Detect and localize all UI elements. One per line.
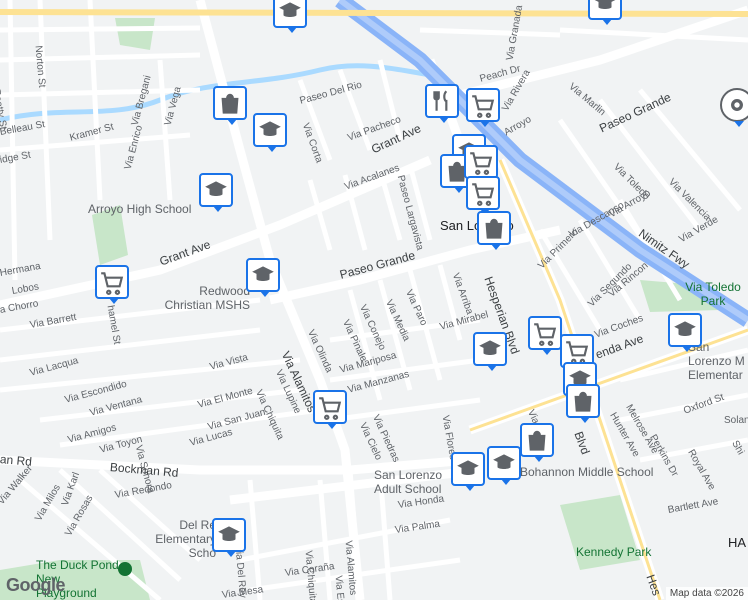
shopping-cart-icon: [470, 152, 493, 175]
school-marker[interactable]: [588, 0, 622, 25]
school-icon: [252, 266, 274, 281]
shopping-bag-icon: [528, 430, 546, 451]
school-icon: [674, 321, 696, 336]
redwood-christian-label: Redwood Christian MSHS: [164, 284, 250, 312]
school-marker[interactable]: [487, 446, 521, 485]
shopping-bag-icon: [221, 93, 239, 114]
school-marker[interactable]: [246, 258, 280, 297]
map-attribution: Map data ©2026: [665, 587, 748, 600]
map-view[interactable]: Norton St Beatty St Belleau St Kramer St…: [0, 0, 748, 600]
grocery-marker[interactable]: [528, 316, 562, 355]
school-marker[interactable]: [253, 113, 287, 152]
gear-icon: [731, 99, 743, 111]
shopping-cart-icon: [319, 397, 342, 420]
google-logo: Google: [6, 575, 66, 595]
shopping-cart-icon: [472, 95, 495, 118]
shopping-marker[interactable]: [477, 211, 511, 250]
bohannon-label: Bohannon Middle School: [520, 465, 654, 479]
school-icon: [493, 454, 515, 469]
school-icon: [594, 0, 616, 9]
kennedy-park-label: Kennedy Park: [576, 545, 652, 559]
school-marker[interactable]: [473, 332, 507, 371]
grocery-marker[interactable]: [464, 145, 498, 184]
shopping-bag-icon: [485, 218, 503, 239]
via-toledo-park-label: Via Toledo Park: [685, 280, 741, 308]
school-marker[interactable]: [199, 173, 233, 212]
school-marker[interactable]: [668, 313, 702, 352]
school-marker[interactable]: [451, 452, 485, 491]
school-icon: [479, 340, 501, 355]
school-icon: [218, 526, 240, 541]
del-rey-elem-label: Del Re Elementary Scho: [155, 518, 216, 560]
restaurant-icon: [433, 90, 448, 111]
restaurant-marker[interactable]: [425, 84, 459, 123]
shopping-marker[interactable]: [213, 86, 247, 125]
school-icon: [457, 460, 479, 475]
grocery-marker[interactable]: [466, 88, 500, 127]
shopping-cart-icon: [566, 341, 589, 364]
shopping-marker[interactable]: [566, 384, 600, 423]
solano-label: Solano: [724, 415, 748, 426]
school-marker[interactable]: [212, 518, 246, 557]
school-icon: [205, 181, 227, 196]
school-marker[interactable]: [273, 0, 307, 33]
grocery-marker[interactable]: [466, 176, 500, 215]
grocery-marker[interactable]: [95, 265, 129, 304]
shopping-cart-icon: [101, 272, 124, 295]
school-icon: [259, 121, 281, 136]
slz-adult-label: San Lorenzo Adult School: [374, 468, 443, 496]
school-icon: [279, 2, 301, 17]
shopping-bag-icon: [574, 391, 592, 412]
settings-marker[interactable]: [720, 88, 748, 127]
arroyo-high-label: Arroyo High School: [88, 202, 192, 216]
shopping-marker[interactable]: [520, 423, 554, 462]
shopping-cart-icon: [472, 183, 495, 206]
park-pin-icon: [118, 562, 132, 576]
shopping-cart-icon: [534, 323, 557, 346]
ha-label: HA: [728, 535, 747, 550]
grocery-marker[interactable]: [313, 390, 347, 429]
